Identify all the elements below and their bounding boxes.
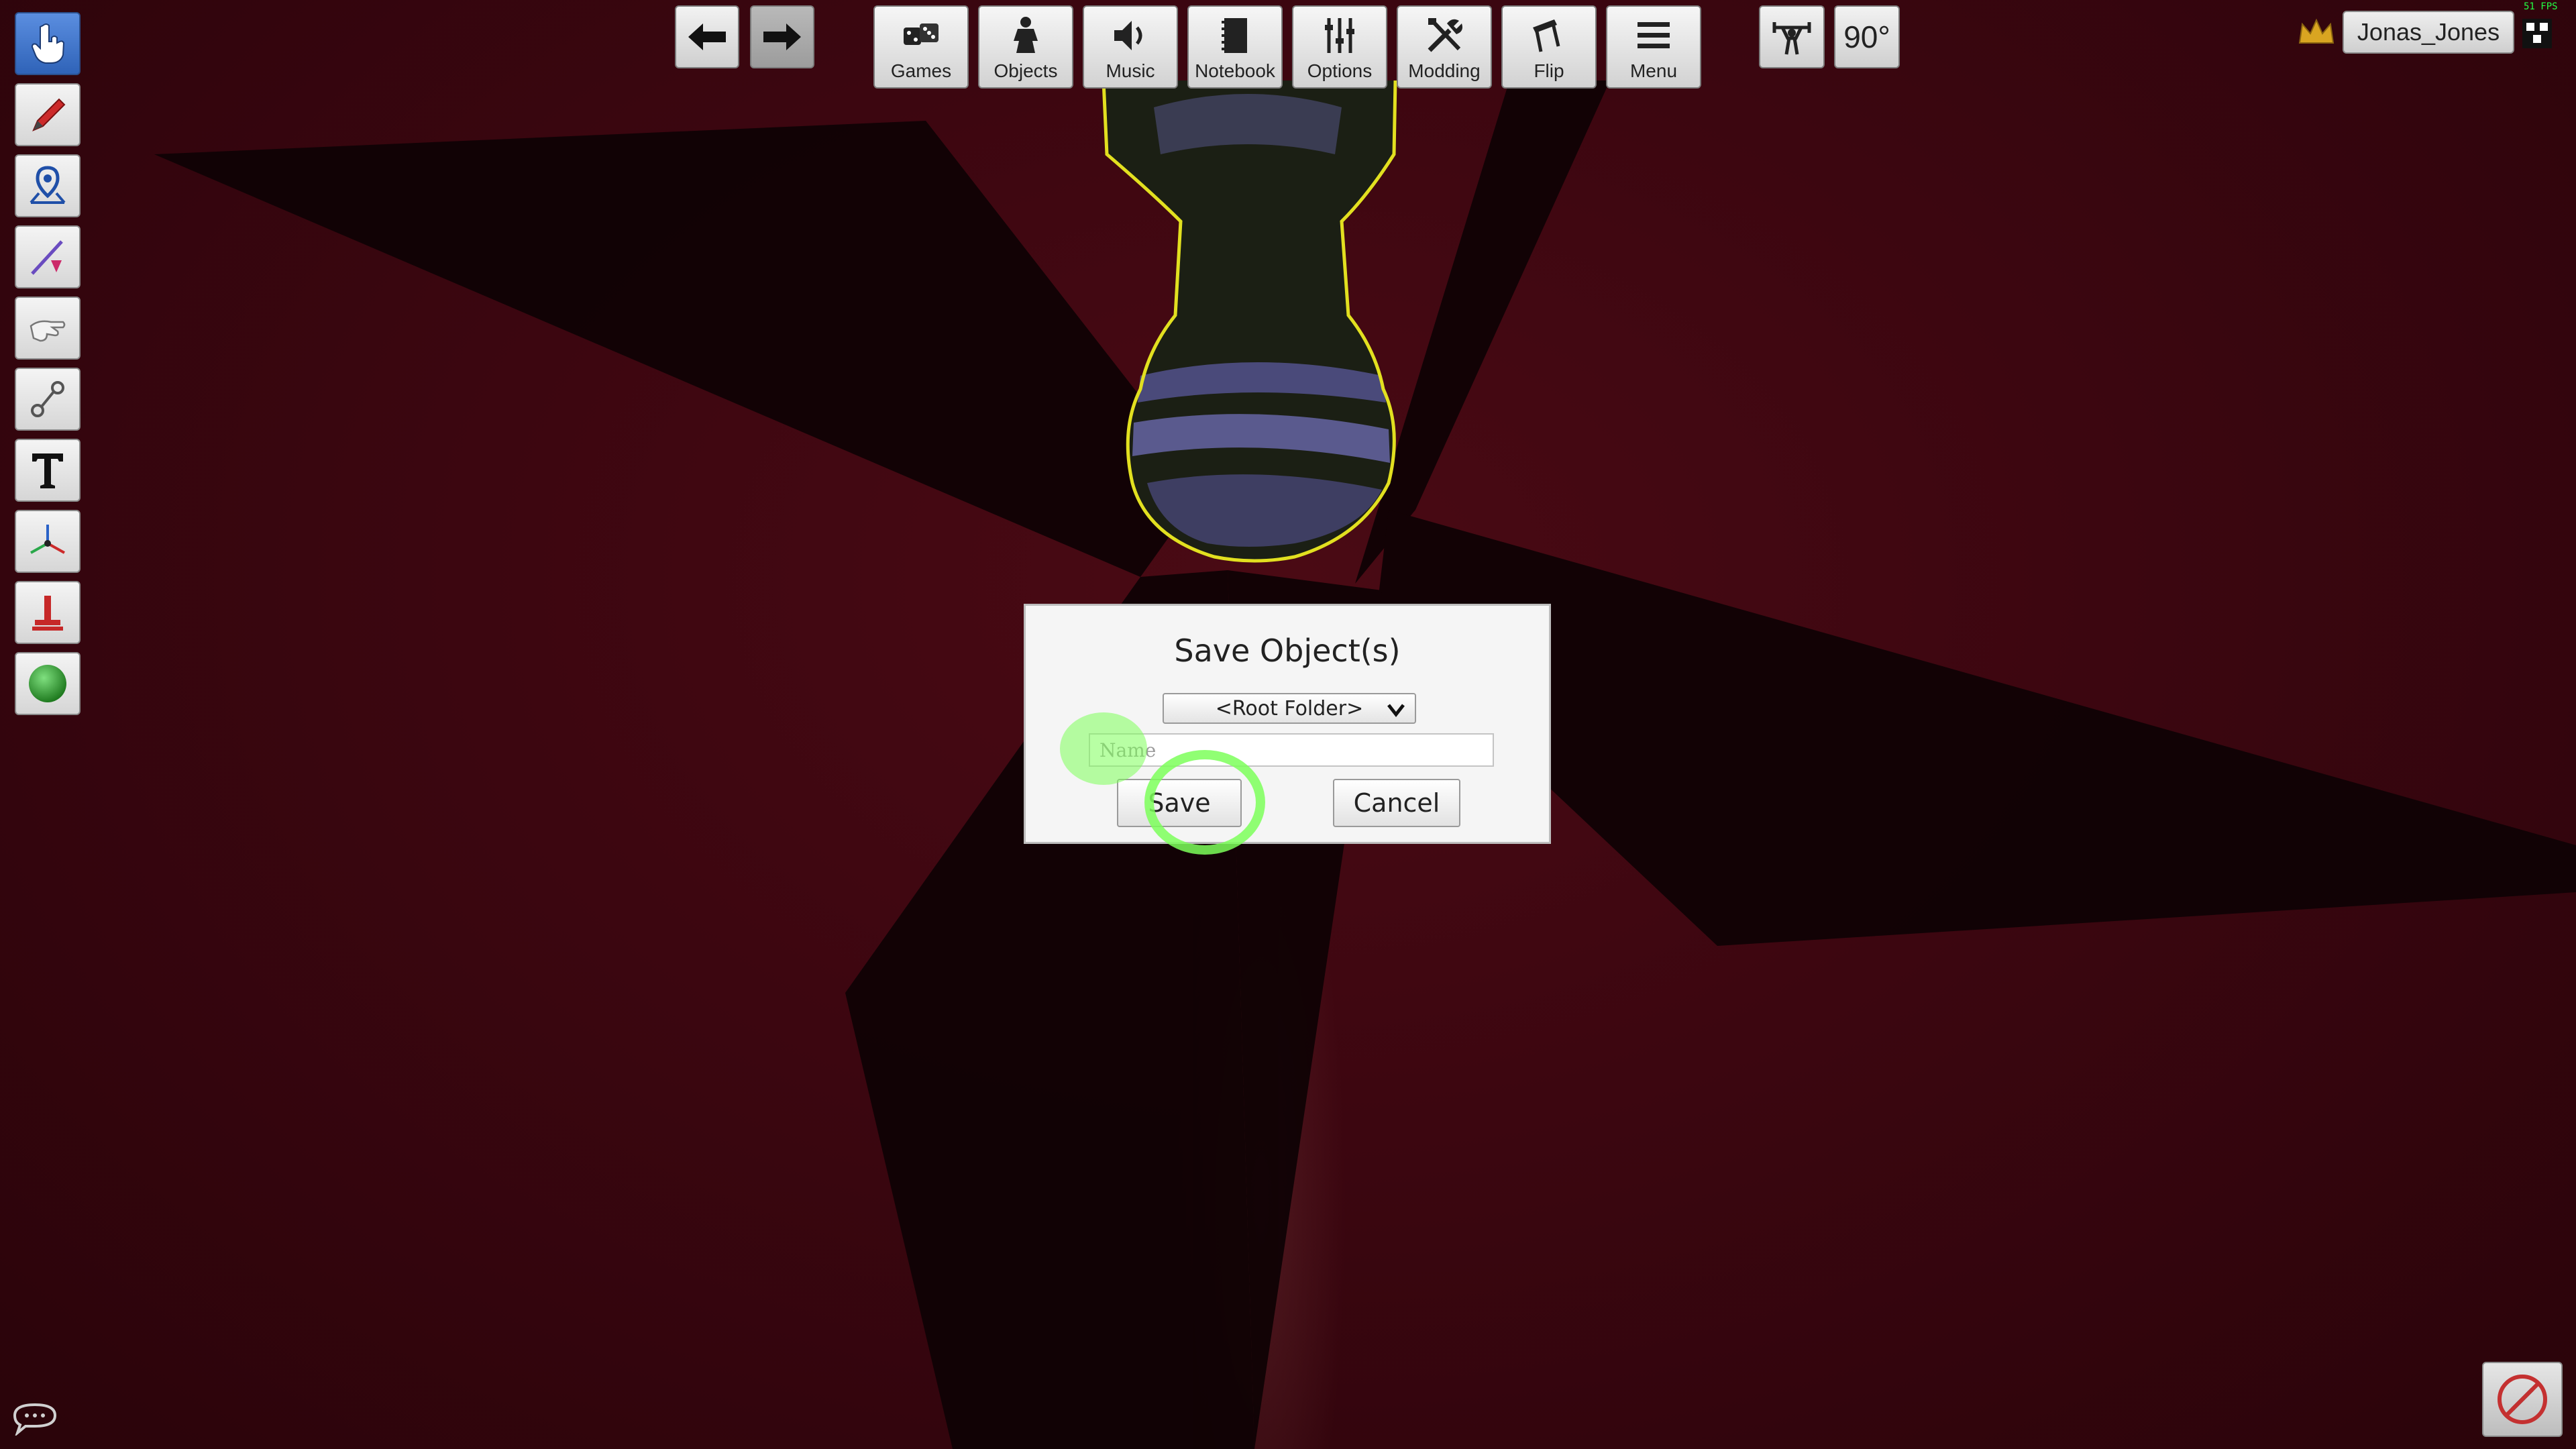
toolbar-music-label: Music — [1106, 60, 1155, 81]
pen-icon — [32, 98, 66, 131]
toolbar-menu-label: Menu — [1629, 60, 1678, 81]
hand-pointer-icon — [31, 23, 65, 64]
cancel-button[interactable]: Cancel — [1333, 779, 1460, 827]
marker-tool-button[interactable] — [15, 154, 80, 217]
line-tool-button[interactable] — [15, 225, 80, 288]
cancel-button-label: Cancel — [1353, 788, 1440, 818]
physics-button[interactable] — [1759, 5, 1825, 68]
toolbar-notebook-button[interactable]: Notebook — [1187, 5, 1283, 89]
notebook-icon — [1222, 18, 1247, 53]
snap-tool-button[interactable] — [15, 581, 80, 644]
gizmo-tool-button[interactable] — [15, 510, 80, 573]
pawn-icon — [1014, 17, 1038, 53]
arrow-left-icon — [688, 23, 726, 50]
grab-tool-button[interactable] — [15, 12, 80, 75]
toolbar-games-button[interactable]: Games — [873, 5, 969, 89]
redo-button[interactable] — [750, 5, 814, 68]
save-button[interactable]: Save — [1117, 779, 1242, 827]
fps-counter: 51 FPS — [2524, 1, 2558, 12]
axis-gizmo-icon — [30, 525, 65, 554]
dice-icon — [904, 23, 938, 45]
snap-point-icon — [32, 596, 63, 631]
toolbar-modding-button[interactable]: Modding — [1397, 5, 1492, 89]
chat-bubble-icon[interactable] — [11, 1401, 59, 1436]
rotation-value: 90° — [1843, 19, 1890, 54]
toolbar-notebook-label: Notebook — [1195, 60, 1275, 81]
name-input[interactable] — [1089, 733, 1494, 767]
toolbar-menu-button[interactable]: Menu — [1606, 5, 1701, 89]
toolbar-options-button[interactable]: Options — [1292, 5, 1387, 89]
hide-drawing-button[interactable] — [2482, 1362, 2563, 1437]
rotation-snap-button[interactable]: 90° — [1834, 5, 1900, 68]
rook-piece[interactable] — [1102, 80, 1397, 563]
toolbar-flip-button[interactable]: Flip — [1501, 5, 1597, 89]
toolbar-flip-label: Flip — [1534, 60, 1564, 81]
text-t-icon — [32, 453, 63, 488]
player-color-icon[interactable] — [2521, 17, 2553, 50]
player-name: Jonas_Jones — [2357, 18, 2500, 46]
flip-table-icon — [1533, 19, 1560, 52]
green-sphere-icon — [29, 665, 66, 702]
tools-icon — [1428, 18, 1462, 52]
crown-icon — [2298, 18, 2334, 44]
chain-link-icon — [31, 381, 64, 417]
toolbar-objects-button[interactable]: Objects — [978, 5, 1073, 89]
flick-tool-button[interactable] — [15, 297, 80, 360]
sliders-icon — [1325, 18, 1354, 53]
weightlifter-icon — [1772, 22, 1811, 55]
save-button-label: Save — [1148, 788, 1211, 818]
map-pin-icon — [30, 166, 66, 204]
speaker-icon — [1114, 21, 1142, 50]
hamburger-icon — [1638, 22, 1670, 48]
toolbar-modding-label: Modding — [1408, 60, 1481, 81]
line-arrow-icon — [31, 240, 63, 275]
player-name-badge[interactable]: Jonas_Jones — [2343, 11, 2514, 54]
flick-hand-icon — [30, 320, 66, 342]
folder-select[interactable]: <Root Folder> — [1163, 693, 1416, 724]
text-tool-button[interactable] — [15, 439, 80, 502]
save-objects-dialog: Save Object(s) <Root Folder> Save Cancel — [1024, 604, 1551, 844]
toolbar-music-button[interactable]: Music — [1083, 5, 1178, 89]
chevron-down-icon — [1387, 704, 1405, 718]
undo-button[interactable] — [675, 5, 739, 68]
folder-select-value: <Root Folder> — [1215, 696, 1364, 720]
toolbar-objects-label: Objects — [994, 60, 1058, 81]
dialog-title: Save Object(s) — [1174, 633, 1401, 669]
no-draw-icon — [2498, 1375, 2547, 1424]
ball-tool-button[interactable] — [15, 652, 80, 715]
toolbar-games-label: Games — [890, 60, 952, 81]
toolbar-options-label: Options — [1307, 60, 1373, 81]
arrow-right-icon — [763, 23, 801, 50]
pen-tool-button[interactable] — [15, 83, 80, 146]
joint-tool-button[interactable] — [15, 368, 80, 431]
